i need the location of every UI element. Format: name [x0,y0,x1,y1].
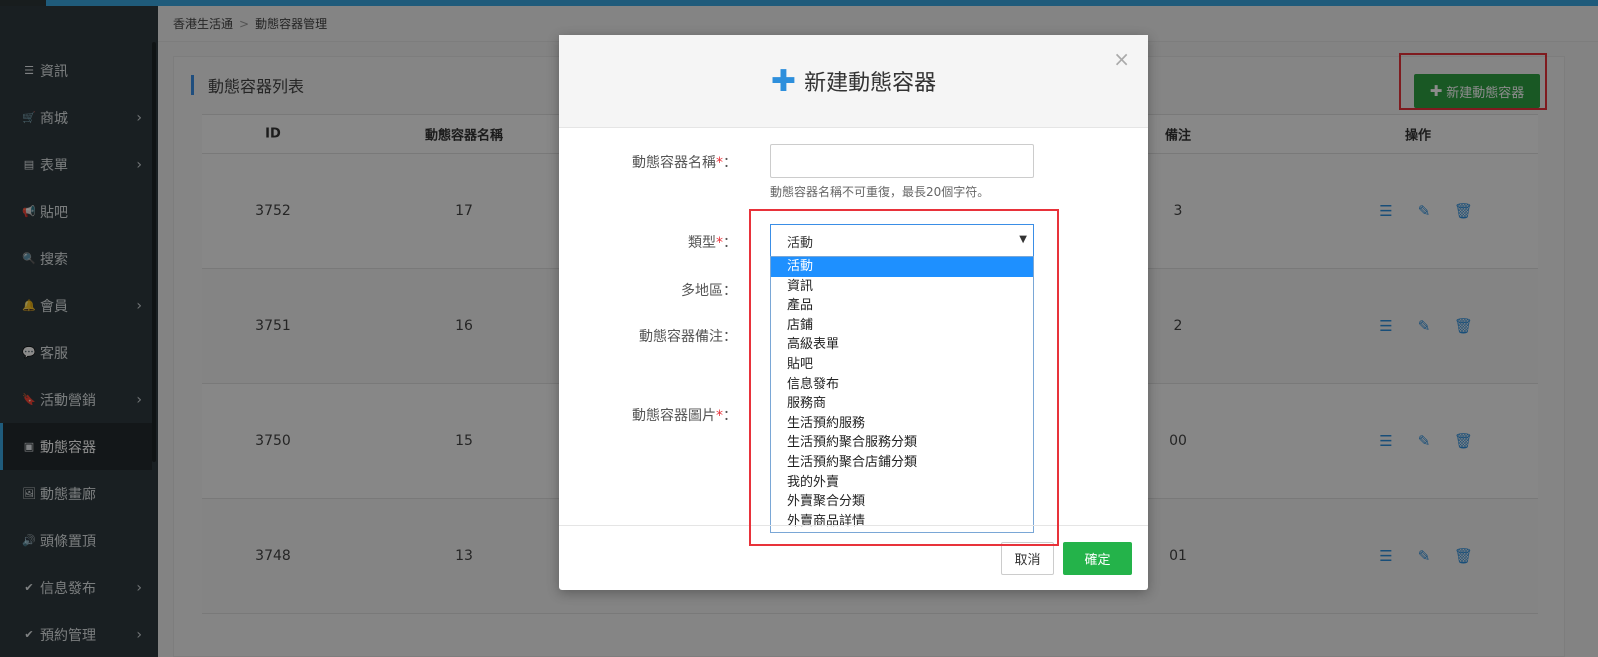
name-label-text: 動態容器名稱 [632,155,716,171]
label-colon: ： [723,408,737,424]
cancel-button[interactable]: 取消 [1001,542,1054,575]
label-colon: ： [723,235,737,251]
type-label: 類型*： [688,232,737,252]
type-label-text: 類型 [688,235,716,251]
name-label: 動態容器名稱*： [632,152,737,172]
region-label-text: 多地區 [681,283,723,299]
region-label: 多地區： [681,280,737,300]
highlight-box-type-select [749,209,1059,546]
remark-label: 動態容器備注： [639,326,737,346]
image-label: 動態容器圖片*： [632,405,737,425]
close-icon[interactable]: × [1113,47,1130,71]
required-mark: * [716,408,723,424]
remark-label-text: 動態容器備注 [639,329,723,345]
modal-title: 新建動態容器 [804,71,937,96]
label-colon: ： [723,283,737,299]
container-name-input[interactable] [770,144,1034,178]
name-help-text: 動態容器名稱不可重復，最長20個字符。 [770,185,990,199]
modal-header: ✚ 新建動態容器 × [559,35,1148,128]
required-mark: * [716,235,723,251]
label-colon: ： [723,329,737,345]
required-mark: * [716,155,723,171]
confirm-button[interactable]: 確定 [1063,542,1132,575]
label-colon: ： [723,155,737,171]
image-label-text: 動態容器圖片 [632,408,716,424]
plus-icon: ✚ [770,63,797,99]
